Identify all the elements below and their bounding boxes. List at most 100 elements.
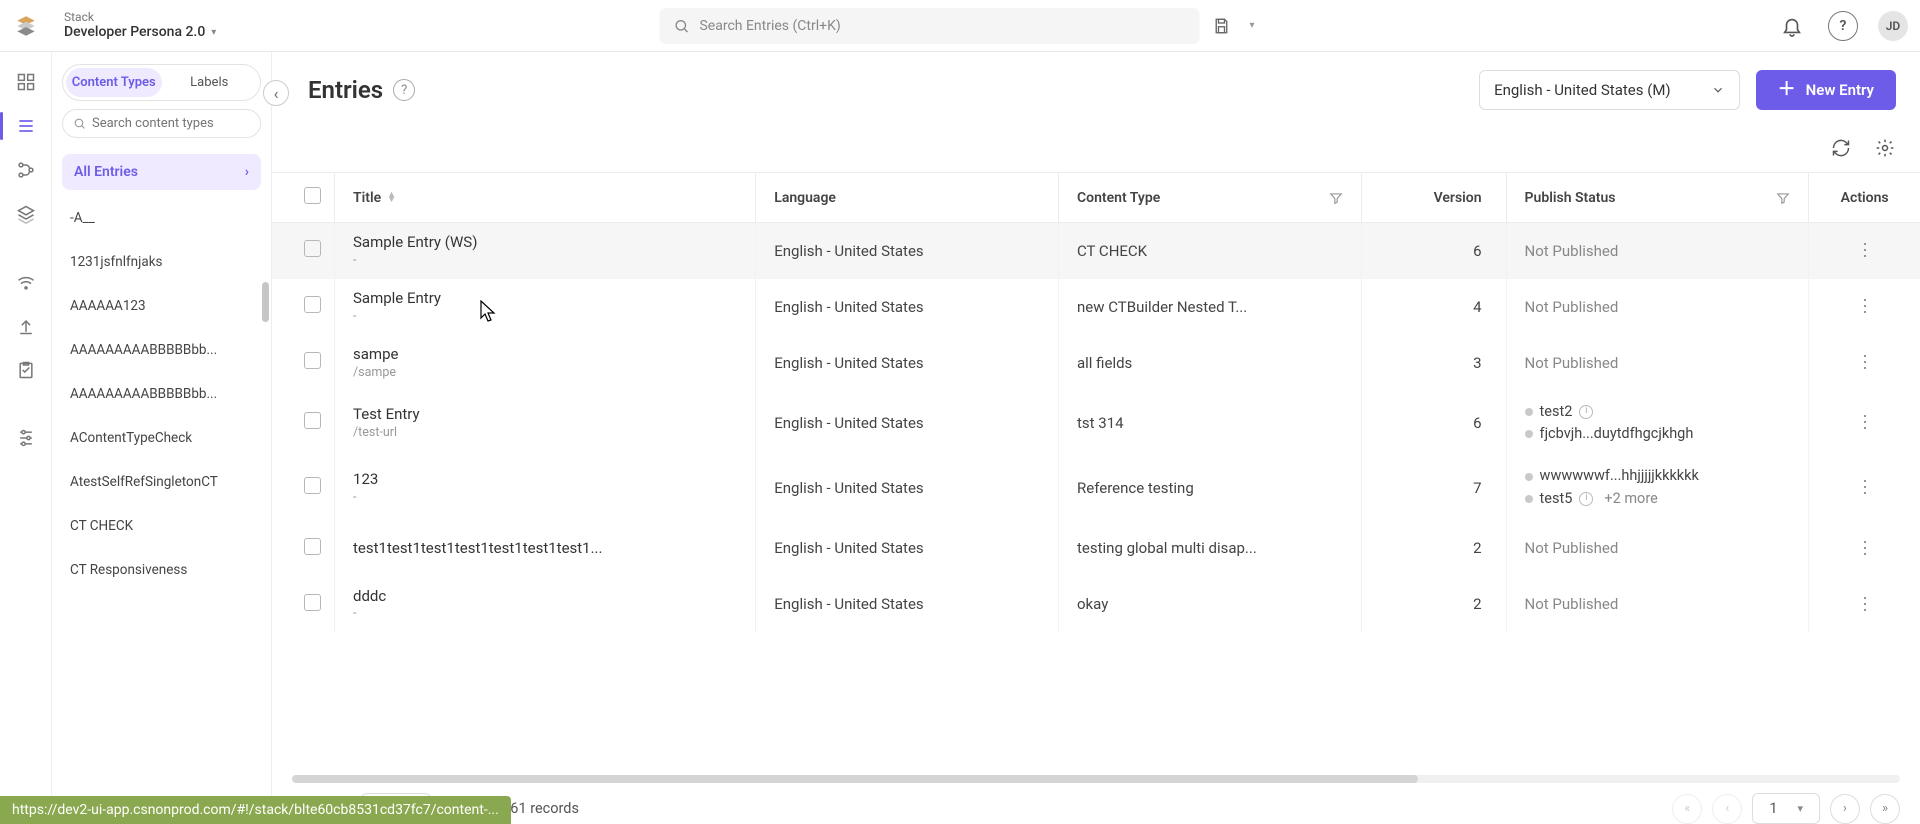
nav-tasks-icon[interactable] bbox=[6, 350, 46, 390]
horizontal-scrollbar[interactable] bbox=[292, 775, 1900, 783]
content-type-item[interactable]: AAAAAAAAABBBBBbb... bbox=[52, 328, 271, 372]
nav-entries-icon[interactable] bbox=[6, 106, 46, 146]
global-search[interactable] bbox=[659, 8, 1199, 44]
filter-icon[interactable] bbox=[1329, 191, 1343, 205]
table-row[interactable]: dddc-English - United Statesokay2Not Pub… bbox=[272, 576, 1920, 632]
help-icon[interactable]: ? bbox=[1828, 11, 1858, 41]
row-checkbox[interactable] bbox=[304, 352, 321, 369]
chevron-down-icon: ▾ bbox=[211, 27, 216, 39]
table-row[interactable]: Test Entry/test-urlEnglish - United Stat… bbox=[272, 391, 1920, 456]
row-checkbox[interactable] bbox=[304, 594, 321, 611]
publish-status: Not Published bbox=[1525, 539, 1619, 557]
page-number: 1 bbox=[1769, 800, 1777, 817]
table-row[interactable]: test1test1test1test1test1test1test1...En… bbox=[272, 520, 1920, 576]
new-entry-button[interactable]: ＋ New Entry bbox=[1756, 70, 1896, 110]
language-selector[interactable]: English - United States (M) bbox=[1479, 70, 1740, 110]
row-checkbox[interactable] bbox=[304, 538, 321, 555]
stack-selector[interactable]: Stack Developer Persona 2.0▾ bbox=[64, 11, 216, 41]
row-actions-icon[interactable]: ⋯ bbox=[1854, 539, 1875, 558]
row-checkbox[interactable] bbox=[304, 296, 321, 313]
entry-publish-status: wwwwwwf...hhjjjjjkkkkkktest5i+2 more bbox=[1506, 455, 1809, 520]
entry-content-type: okay bbox=[1059, 576, 1362, 632]
brand-logo[interactable] bbox=[12, 12, 40, 40]
all-entries-label: All Entries bbox=[74, 164, 138, 180]
first-page-button[interactable]: « bbox=[1672, 794, 1702, 824]
info-icon[interactable]: i bbox=[1579, 492, 1593, 506]
notifications-icon[interactable] bbox=[1776, 10, 1808, 42]
row-checkbox[interactable] bbox=[304, 240, 321, 257]
nav-layers-icon[interactable] bbox=[6, 194, 46, 234]
nav-dashboard-icon[interactable] bbox=[6, 62, 46, 102]
collapse-sidebar-button[interactable]: ‹ bbox=[263, 80, 289, 106]
content-type-item[interactable]: CT Responsiveness bbox=[52, 548, 271, 592]
content-type-item[interactable]: AtestSelfRefSingletonCT bbox=[52, 460, 271, 504]
entry-language: English - United States bbox=[756, 279, 1059, 335]
publish-more[interactable]: +2 more bbox=[1604, 488, 1657, 510]
entry-title[interactable]: test1test1test1test1test1test1test1... bbox=[353, 539, 737, 558]
prev-page-button[interactable]: ‹ bbox=[1712, 794, 1742, 824]
nav-rail bbox=[0, 52, 52, 824]
content-type-item[interactable]: -A__ bbox=[52, 196, 271, 240]
col-title[interactable]: Title bbox=[353, 190, 381, 206]
content-type-item[interactable]: AAAAAAAAABBBBBbb... bbox=[52, 372, 271, 416]
entry-title[interactable]: dddc bbox=[353, 587, 737, 606]
publish-status: Not Published bbox=[1525, 354, 1619, 372]
entry-title[interactable]: sampe bbox=[353, 345, 737, 364]
entry-title[interactable]: Test Entry bbox=[353, 405, 737, 424]
table-row[interactable]: Sample Entry (WS)-English - United State… bbox=[272, 223, 1920, 279]
sidebar-scrollbar[interactable] bbox=[262, 282, 269, 322]
content-type-item[interactable]: 1231jsfnlfnjaks bbox=[52, 240, 271, 284]
user-avatar[interactable]: JD bbox=[1878, 11, 1908, 41]
sidebar-search[interactable] bbox=[62, 109, 261, 138]
row-actions-icon[interactable]: ⋯ bbox=[1854, 478, 1875, 497]
nav-branches-icon[interactable] bbox=[6, 150, 46, 190]
row-checkbox[interactable] bbox=[304, 477, 321, 494]
col-publish[interactable]: Publish Status bbox=[1525, 190, 1616, 206]
refresh-icon[interactable] bbox=[1826, 133, 1856, 163]
table-row[interactable]: Sample Entry-English - United Statesnew … bbox=[272, 279, 1920, 335]
entry-title[interactable]: 123 bbox=[353, 470, 737, 489]
tab-labels[interactable]: Labels bbox=[162, 68, 258, 97]
select-all-checkbox[interactable] bbox=[304, 187, 321, 204]
chevron-right-icon: › bbox=[245, 164, 249, 180]
entry-language: English - United States bbox=[756, 576, 1059, 632]
search-dropdown-icon[interactable]: ▾ bbox=[1243, 20, 1260, 31]
publish-env: fjcbvjh...duytdfhgcjkhgh bbox=[1525, 423, 1791, 445]
nav-publish-icon[interactable] bbox=[6, 306, 46, 346]
entry-title[interactable]: Sample Entry bbox=[353, 289, 737, 308]
gear-icon[interactable] bbox=[1870, 133, 1900, 163]
save-search-icon[interactable] bbox=[1209, 14, 1233, 38]
content-type-item[interactable]: CT CHECK bbox=[52, 504, 271, 548]
entry-publish-status: test2ifjcbvjh...duytdfhgcjkhgh bbox=[1506, 391, 1809, 456]
row-actions-icon[interactable]: ⋯ bbox=[1854, 297, 1875, 316]
row-actions-icon[interactable]: ⋯ bbox=[1854, 595, 1875, 614]
page-number-select[interactable]: 1 ▾ bbox=[1752, 793, 1820, 824]
nav-wifi-icon[interactable] bbox=[6, 262, 46, 302]
content-type-item[interactable]: AAAAAA123 bbox=[52, 284, 271, 328]
entry-subtitle: /sampe bbox=[353, 365, 737, 381]
next-page-button[interactable]: › bbox=[1830, 794, 1860, 824]
stack-name: Developer Persona 2.0 bbox=[64, 24, 205, 40]
all-entries-item[interactable]: All Entries › bbox=[62, 154, 261, 190]
col-language[interactable]: Language bbox=[774, 190, 836, 206]
filter-icon[interactable] bbox=[1776, 191, 1790, 205]
nav-settings-icon[interactable] bbox=[6, 418, 46, 458]
row-actions-icon[interactable]: ⋯ bbox=[1854, 413, 1875, 432]
info-icon[interactable]: i bbox=[1579, 405, 1593, 419]
row-checkbox[interactable] bbox=[304, 412, 321, 429]
sidebar-search-input[interactable] bbox=[92, 116, 258, 131]
col-content-type[interactable]: Content Type bbox=[1077, 190, 1160, 206]
entry-version: 7 bbox=[1361, 455, 1506, 520]
content-type-item[interactable]: AContentTypeCheck bbox=[52, 416, 271, 460]
row-actions-icon[interactable]: ⋯ bbox=[1854, 241, 1875, 260]
sort-icon[interactable]: ▲▼ bbox=[387, 193, 396, 203]
table-row[interactable]: 123-English - United StatesReference tes… bbox=[272, 455, 1920, 520]
last-page-button[interactable]: » bbox=[1870, 794, 1900, 824]
row-actions-icon[interactable]: ⋯ bbox=[1854, 353, 1875, 372]
global-search-input[interactable] bbox=[699, 18, 1185, 34]
tab-content-types[interactable]: Content Types bbox=[66, 68, 162, 97]
entry-title[interactable]: Sample Entry (WS) bbox=[353, 233, 737, 252]
help-icon[interactable]: ? bbox=[393, 79, 415, 101]
table-row[interactable]: sampe/sampeEnglish - United Statesall fi… bbox=[272, 335, 1920, 391]
col-version[interactable]: Version bbox=[1434, 190, 1482, 206]
